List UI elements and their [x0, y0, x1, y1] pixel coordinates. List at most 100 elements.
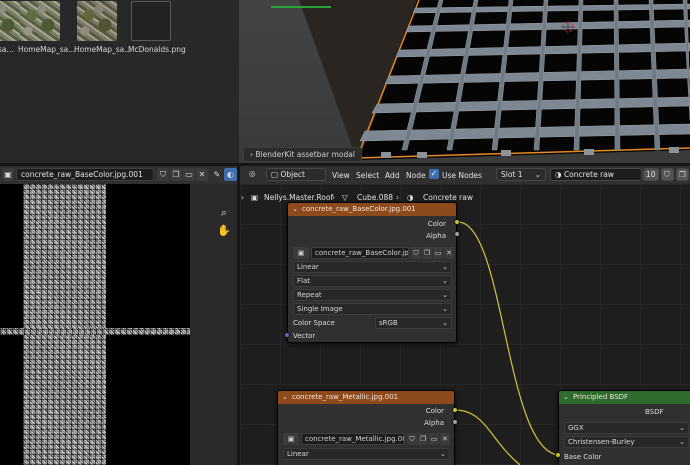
- extension-value: Repeat: [297, 291, 322, 299]
- fake-user-shield-icon[interactable]: ⛉: [407, 433, 417, 445]
- projection-value: Flat: [297, 277, 311, 285]
- extension-dropdown[interactable]: Repeat ⌄: [293, 289, 452, 301]
- interpolation-dropdown[interactable]: Linear ⌄: [293, 261, 452, 273]
- zoom-icon[interactable]: ⌕: [217, 206, 231, 220]
- file-thumbnail[interactable]: [0, 1, 20, 41]
- node-title: concrete_raw_BaseColor.jpg.001: [302, 205, 416, 213]
- input-base-color-label: Base Color: [564, 453, 602, 461]
- hand-pan-icon[interactable]: ✋: [217, 224, 231, 238]
- file-thumbnail[interactable]: [131, 1, 171, 41]
- color-output-socket[interactable]: [454, 219, 460, 225]
- open-folder-icon[interactable]: ▭: [429, 433, 439, 445]
- chevron-down-icon: ⌄: [442, 319, 448, 327]
- collapse-chevron-icon[interactable]: ⌄: [292, 203, 298, 216]
- close-icon[interactable]: ✕: [440, 433, 450, 445]
- color-output-socket[interactable]: [452, 407, 458, 413]
- duplicate-material-icon[interactable]: ❐: [676, 168, 689, 181]
- fake-user-shield-icon[interactable]: ⛉: [411, 247, 421, 259]
- image-browse-icon[interactable]: ▣: [2, 168, 14, 181]
- new-image-icon[interactable]: ❐: [418, 433, 428, 445]
- node-editor-header: ◎ ▢ Object View Select Add Node ✓ Use No…: [240, 166, 690, 184]
- user-count[interactable]: 10: [643, 168, 659, 181]
- color-space-dropdown[interactable]: sRGB ⌄: [375, 317, 452, 329]
- chevron-down-icon: ⌄: [679, 438, 685, 446]
- open-folder-icon[interactable]: ▭: [433, 247, 443, 259]
- output-color-label: Color: [427, 220, 446, 228]
- object-mode-label: Object: [280, 170, 305, 179]
- material-label: Concrete raw: [563, 170, 614, 179]
- 3d-viewport[interactable]: › BlenderKit assetbar modal: [239, 0, 690, 163]
- display-channels-icon[interactable]: ◐: [224, 168, 237, 181]
- input-vector-label: Vector: [293, 332, 316, 340]
- image-name-field[interactable]: concrete_raw_Metallic.jpg.001: [301, 433, 405, 445]
- material-name-field[interactable]: ◑ Concrete raw: [550, 168, 642, 181]
- image-browse-icon[interactable]: ▣: [283, 433, 299, 445]
- file-label: HomeMap_sa...: [18, 45, 76, 54]
- editor-type-icon[interactable]: ◎: [245, 168, 263, 181]
- file-label: HomeMap_sa...: [74, 45, 132, 54]
- source-value: Single Image: [297, 305, 343, 313]
- source-dropdown[interactable]: Single Image ⌄: [293, 303, 452, 315]
- node-header[interactable]: ⌄ Principled BSDF: [559, 391, 690, 404]
- new-image-icon[interactable]: ❐: [422, 247, 432, 259]
- color-space-value: sRGB: [379, 319, 398, 327]
- image-datablock-row: ▣ concrete_raw_Metallic.jpg.001 ⛉ ❐ ▭ ✕: [283, 433, 451, 445]
- node-header[interactable]: ⌄ concrete_raw_Metallic.jpg.001: [278, 391, 454, 404]
- distribution-dropdown[interactable]: GGX ⌄: [564, 422, 689, 434]
- image-name-field[interactable]: concrete_raw_BaseColor.jpg.001: [16, 168, 154, 181]
- open-folder-icon[interactable]: ▭: [183, 168, 195, 181]
- output-bsdf-text: BSDF: [645, 408, 664, 416]
- projection-dropdown[interactable]: Flat ⌄: [293, 275, 452, 287]
- slot-dropdown[interactable]: Slot 1 ⌄: [496, 168, 546, 181]
- output-color-label: Color: [425, 407, 444, 415]
- subsurface-method-dropdown[interactable]: Christensen-Burley ⌄: [564, 436, 689, 448]
- node-title: concrete_raw_Metallic.jpg.001: [292, 393, 399, 401]
- menu-node[interactable]: Node: [406, 171, 426, 180]
- file-label: McDonalds.png: [128, 45, 186, 54]
- menu-view[interactable]: View: [332, 171, 350, 180]
- image-texture-node-metallic[interactable]: ⌄ concrete_raw_Metallic.jpg.001 Color Al…: [277, 390, 455, 465]
- image-name-field[interactable]: concrete_raw_BaseColor.jpg...: [311, 247, 409, 259]
- node-header[interactable]: ⌄ concrete_raw_BaseColor.jpg.001: [288, 203, 456, 216]
- menu-select[interactable]: Select: [356, 171, 379, 180]
- chevron-down-icon: ⌄: [440, 450, 446, 458]
- pin-icon[interactable]: ✎: [211, 168, 223, 181]
- image-editor-header: ▣ concrete_raw_BaseColor.jpg.001 ⛉ ❐ ▭ ✕…: [0, 166, 237, 184]
- output-bsdf-label: BSDF: [645, 406, 685, 418]
- object-mode-dropdown[interactable]: ▢ Object: [266, 168, 326, 181]
- image-editor-canvas[interactable]: ⌕ ✋: [0, 184, 237, 465]
- use-nodes-checkbox[interactable]: ✓: [429, 169, 439, 179]
- menu-add[interactable]: Add: [385, 171, 400, 180]
- breadcrumb-object: Nellys.Master.Roof: [264, 193, 334, 202]
- base-color-input-socket[interactable]: [555, 452, 561, 458]
- fake-user-shield-icon[interactable]: ⛉: [661, 168, 674, 181]
- close-icon[interactable]: ✕: [196, 168, 208, 181]
- principled-bsdf-node[interactable]: ⌄ Principled BSDF BSDF GGX ⌄ Christensen-…: [558, 390, 690, 465]
- image-browse-icon[interactable]: ▣: [293, 247, 309, 259]
- material-sphere-icon: ◑: [407, 193, 414, 202]
- slot-label: Slot 1: [501, 170, 523, 179]
- chevron-right-icon: ›: [250, 150, 253, 159]
- object-cube-icon: ▣: [251, 193, 259, 202]
- chevron-down-icon: ⌄: [442, 263, 448, 271]
- roof-grid-mesh: [299, 0, 690, 160]
- file-thumbnail[interactable]: [20, 1, 60, 41]
- interpolation-value: Linear: [287, 450, 309, 458]
- chevron-down-icon: ⌄: [442, 305, 448, 313]
- close-icon[interactable]: ✕: [444, 247, 454, 259]
- texture-strip: [0, 328, 190, 335]
- chevron-down-icon: ⌄: [679, 424, 685, 432]
- file-thumbnail[interactable]: [77, 1, 117, 41]
- image-texture-node-basecolor[interactable]: ⌄ concrete_raw_BaseColor.jpg.001 Color A…: [287, 202, 457, 343]
- collapse-chevron-icon[interactable]: ⌄: [282, 391, 288, 404]
- chevron-down-icon: ⌄: [442, 291, 448, 299]
- new-image-icon[interactable]: ❐: [170, 168, 182, 181]
- fake-user-shield-icon[interactable]: ⛉: [157, 168, 169, 181]
- blenderkit-assetbar-toast[interactable]: › BlenderKit assetbar modal: [243, 147, 362, 162]
- material-sphere-icon: ◑: [555, 170, 562, 179]
- interpolation-dropdown[interactable]: Linear ⌄: [283, 448, 450, 460]
- collapse-chevron-icon[interactable]: ⌄: [563, 391, 569, 404]
- vector-input-socket[interactable]: [284, 332, 290, 338]
- alpha-output-socket[interactable]: [452, 419, 458, 425]
- alpha-output-socket[interactable]: [454, 231, 460, 237]
